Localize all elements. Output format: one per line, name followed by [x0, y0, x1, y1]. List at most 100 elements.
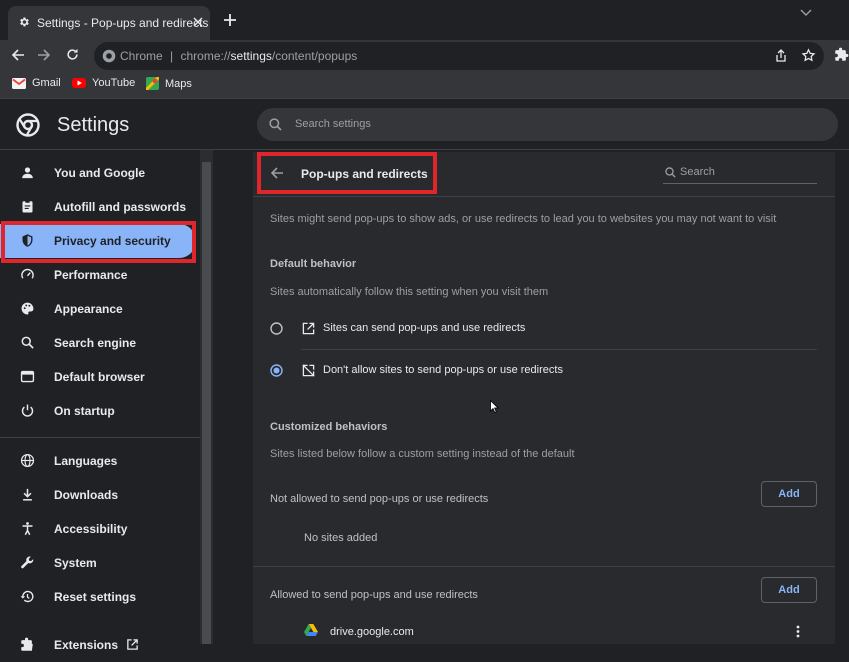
tab-strip: Settings - Pop-ups and redirects: [0, 0, 849, 40]
sidebar-item-performance[interactable]: Performance: [0, 258, 196, 292]
default-behavior-subtext: Sites automatically follow this setting …: [270, 286, 549, 298]
speedometer-icon: [20, 267, 35, 282]
section-divider: [253, 566, 835, 567]
restore-icon: [20, 589, 35, 604]
maps-icon: [146, 77, 165, 90]
mouse-cursor-icon: [490, 400, 499, 413]
sidebar-item-label: You and Google: [54, 166, 146, 180]
sidebar-item-autofill[interactable]: Autofill and passwords: [0, 190, 196, 224]
close-tab-icon[interactable]: [193, 17, 203, 27]
default-behavior-heading: Default behavior: [270, 258, 357, 270]
bookmark-star-icon[interactable]: [801, 48, 816, 63]
omnibox-separator: |: [170, 49, 174, 63]
customized-behaviors-subtext: Sites listed below follow a custom setti…: [270, 448, 575, 460]
sidebar-item-label: System: [54, 556, 97, 570]
radio-option-block[interactable]: Don't allow sites to send pop-ups or use…: [263, 354, 818, 388]
sidebar-item-downloads[interactable]: Downloads: [0, 478, 196, 512]
chevron-down-icon[interactable]: [800, 9, 812, 17]
settings-sidebar: You and Google Autofill and passwords Pr…: [0, 150, 200, 652]
sidebar-scrollbar-thumb[interactable]: [202, 162, 211, 644]
wrench-icon: [20, 555, 35, 570]
browser-icon: [20, 369, 35, 384]
sidebar-item-on-startup[interactable]: On startup: [0, 394, 196, 428]
search-icon: [20, 335, 35, 350]
sidebar-item-label: Accessibility: [54, 522, 128, 536]
bookmark-maps[interactable]: Maps: [146, 77, 192, 90]
tab-title: Settings - Pop-ups and redirects: [37, 16, 209, 30]
option-label: Don't allow sites to send pop-ups or use…: [323, 364, 563, 376]
sidebar-item-search-engine[interactable]: Search engine: [0, 326, 196, 360]
external-link-icon: [126, 638, 139, 651]
clipboard-icon: [20, 199, 35, 214]
gmail-icon: [12, 77, 32, 89]
search-icon: [665, 167, 676, 178]
sidebar-item-label: Performance: [54, 268, 128, 282]
youtube-icon: [72, 78, 92, 88]
bookmark-label: Gmail: [32, 77, 61, 89]
bookmark-label: YouTube: [92, 77, 136, 89]
search-placeholder: Search settings: [295, 118, 371, 130]
radio-checked[interactable]: [270, 364, 283, 377]
sidebar-item-reset-settings[interactable]: Reset settings: [0, 580, 196, 614]
more-options-icon[interactable]: [796, 625, 800, 638]
shield-icon: [20, 233, 35, 248]
sidebar-item-extensions[interactable]: Extensions: [0, 628, 196, 662]
not-allowed-label: Not allowed to send pop-ups or use redir…: [270, 493, 489, 505]
address-bar[interactable]: Chrome | chrome://settings/content/popup…: [94, 42, 824, 70]
puzzle-icon: [20, 637, 35, 652]
page-description: Sites might send pop-ups to show ads, or…: [270, 213, 777, 225]
reload-icon[interactable]: [65, 47, 80, 62]
chrome-logo-icon: [16, 113, 40, 137]
sidebar-item-default-browser[interactable]: Default browser: [0, 360, 196, 394]
radio-option-allow[interactable]: Sites can send pop-ups and use redirects: [263, 312, 818, 346]
extensions-puzzle-icon[interactable]: [834, 47, 849, 62]
page-title: Pop-ups and redirects: [301, 167, 428, 181]
new-tab-icon[interactable]: [223, 13, 237, 27]
sidebar-item-label: Search engine: [54, 336, 137, 350]
settings-search-input[interactable]: Search settings: [257, 108, 838, 141]
sidebar-item-you-and-google[interactable]: You and Google: [0, 156, 196, 190]
page-search-input[interactable]: Search: [663, 162, 817, 184]
popup-blocked-icon: [302, 364, 315, 377]
sidebar-item-label: Appearance: [54, 302, 123, 316]
forward-arrow-icon[interactable]: [37, 48, 51, 62]
url-host: settings: [230, 49, 272, 63]
gear-icon: [18, 16, 30, 28]
add-allowed-button[interactable]: Add: [761, 577, 817, 603]
palette-icon: [20, 301, 35, 316]
bookmarks-bar: Gmail YouTube Maps: [0, 72, 849, 99]
bookmark-youtube[interactable]: YouTube: [72, 77, 135, 89]
chrome-logo-icon: [102, 49, 116, 63]
url-prefix: chrome://: [180, 49, 231, 63]
sidebar-item-label: Autofill and passwords: [54, 200, 187, 214]
back-arrow-icon[interactable]: [11, 48, 25, 62]
radio-unchecked[interactable]: [270, 322, 283, 335]
url-path: /content/popups: [271, 49, 358, 63]
list-item: drive.google.com: [253, 618, 835, 644]
allowed-label: Allowed to send pop-ups and use redirect…: [270, 589, 478, 601]
share-icon[interactable]: [774, 49, 788, 63]
back-arrow-icon[interactable]: [270, 166, 284, 180]
sidebar-item-label: Reset settings: [54, 590, 137, 604]
header-divider: [253, 196, 835, 197]
option-label: Sites can send pop-ups and use redirects: [323, 322, 526, 334]
accessibility-icon: [20, 521, 35, 536]
settings-header: Settings Search settings: [0, 100, 849, 150]
browser-tab[interactable]: Settings - Pop-ups and redirects: [8, 6, 210, 40]
bookmark-gmail[interactable]: Gmail: [12, 77, 61, 89]
sidebar-item-privacy[interactable]: Privacy and security: [0, 224, 196, 258]
add-not-allowed-button[interactable]: Add: [761, 481, 817, 507]
page-search-placeholder: Search: [680, 166, 715, 178]
google-drive-icon: [304, 624, 318, 636]
search-icon: [269, 118, 282, 131]
sidebar-item-label: Extensions: [54, 638, 119, 652]
content-scrollbar[interactable]: [837, 150, 849, 644]
sidebar-item-label: Languages: [54, 454, 118, 468]
browser-toolbar: Chrome | chrome://settings/content/popup…: [0, 40, 849, 72]
sidebar-divider: [0, 437, 200, 438]
sidebar-item-system[interactable]: System: [0, 546, 196, 580]
sidebar-item-label: On startup: [54, 404, 115, 418]
sidebar-item-appearance[interactable]: Appearance: [0, 292, 196, 326]
sidebar-item-languages[interactable]: Languages: [0, 444, 196, 478]
sidebar-item-accessibility[interactable]: Accessibility: [0, 512, 196, 546]
